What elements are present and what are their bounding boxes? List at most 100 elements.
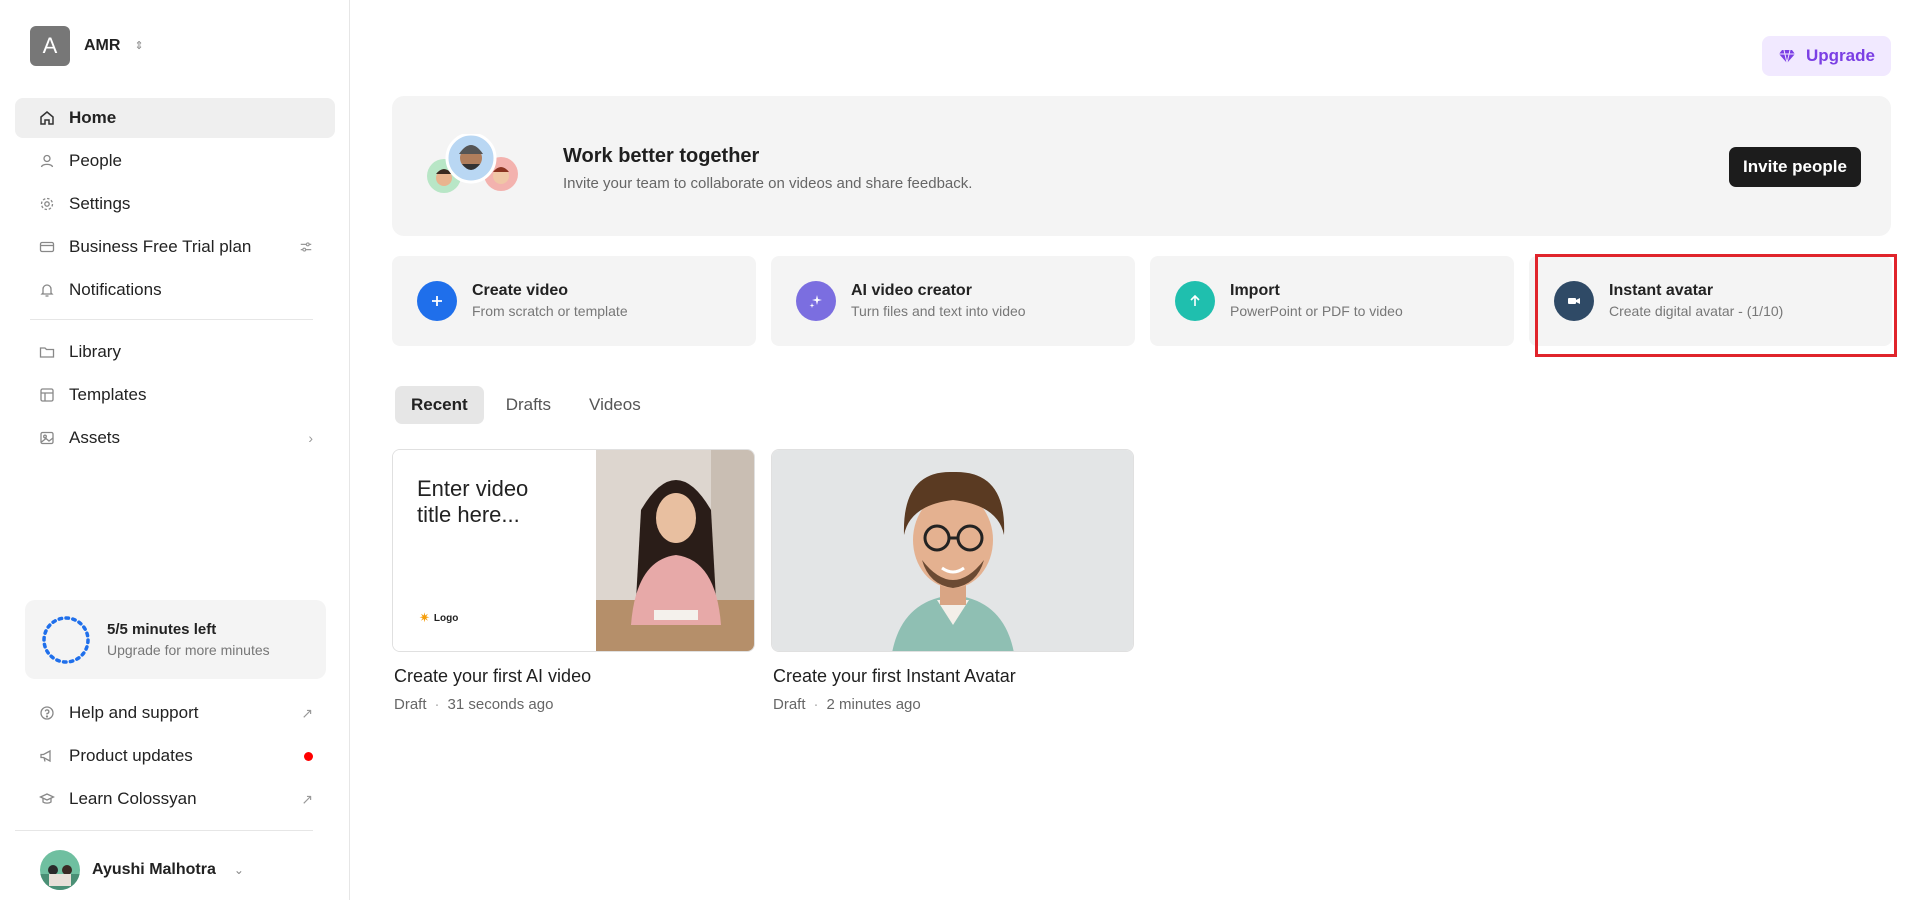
- card-title: Create your first Instant Avatar: [773, 666, 1016, 686]
- sidebar-item-settings[interactable]: Settings: [15, 184, 335, 224]
- avatar-image: [772, 450, 1133, 651]
- video-card[interactable]: Enter video title here... ✷ Logo Create …: [392, 449, 755, 713]
- sidebar-item-templates[interactable]: Templates: [15, 375, 335, 415]
- sidebar-item-label: Business Free Trial plan: [69, 237, 252, 256]
- video-thumbnail: [771, 449, 1134, 652]
- person-icon: [39, 153, 55, 169]
- user-menu[interactable]: Ayushi Malhotra ⌄: [40, 850, 244, 890]
- app-root: A AMR ⇕ Home People Settings Business Fr…: [0, 0, 1919, 900]
- minutes-left-widget[interactable]: 5/5 minutes left Upgrade for more minute…: [25, 600, 326, 679]
- minutes-left-title: 5/5 minutes left: [107, 621, 217, 638]
- chevron-updown-icon: ⇕: [134, 39, 144, 52]
- action-title: Instant avatar: [1609, 282, 1714, 299]
- gem-icon: [1779, 49, 1796, 64]
- sliders-icon[interactable]: [299, 240, 313, 254]
- chevron-down-icon: ⌄: [233, 863, 244, 877]
- sidebar-item-label: Assets: [69, 428, 121, 447]
- arrow-up-icon: [1175, 281, 1215, 321]
- nav-primary: Home People Settings Business Free Trial…: [15, 98, 335, 461]
- card-title: Create your first AI video: [394, 666, 592, 686]
- banner-title: Work better together: [563, 145, 760, 167]
- action-import[interactable]: Import PowerPoint or PDF to video: [1150, 256, 1514, 346]
- sidebar-item-people[interactable]: People: [15, 141, 335, 181]
- image-icon: [39, 430, 55, 446]
- tab-videos[interactable]: Videos: [573, 386, 657, 424]
- external-link-icon: ↗: [301, 704, 313, 721]
- help-icon: [39, 705, 55, 721]
- video-card[interactable]: Create your first Instant Avatar Draft ·…: [771, 449, 1134, 713]
- sidebar: A AMR ⇕ Home People Settings Business Fr…: [0, 0, 350, 900]
- tab-recent[interactable]: Recent: [395, 386, 484, 424]
- sidebar-item-notifications[interactable]: Notifications: [15, 270, 335, 310]
- sidebar-item-label: Notifications: [69, 280, 162, 299]
- tab-drafts[interactable]: Drafts: [490, 386, 567, 424]
- sidebar-item-label: People: [69, 151, 122, 170]
- separator-dot: ·: [434, 696, 440, 713]
- home-icon: [39, 110, 55, 126]
- notification-dot: [304, 751, 313, 761]
- thumbnail-logo: ✷ Logo: [419, 610, 459, 625]
- gear-icon: [39, 196, 55, 212]
- upgrade-button[interactable]: Upgrade: [1762, 36, 1891, 76]
- sparkle-icon: [796, 281, 836, 321]
- card-meta: Draft · 31 seconds ago: [392, 696, 755, 713]
- sidebar-item-help[interactable]: Help and support ↗: [15, 693, 335, 733]
- banner-subtitle: Invite your team to collaborate on video…: [563, 175, 973, 192]
- card-status: Draft: [394, 696, 427, 713]
- sidebar-item-library[interactable]: Library: [15, 332, 335, 372]
- sidebar-item-label: Settings: [69, 194, 131, 213]
- megaphone-icon: [39, 748, 55, 764]
- plus-icon: [417, 281, 457, 321]
- invite-banner: Work better together Invite your team to…: [392, 96, 1891, 236]
- template-icon: [39, 387, 55, 403]
- action-create-video[interactable]: Create video From scratch or template: [392, 256, 756, 346]
- action-title: Create video: [472, 282, 569, 299]
- workspace-avatar: A: [30, 26, 70, 66]
- thumbnail-title: Enter video title here...: [417, 476, 529, 527]
- action-subtitle: PowerPoint or PDF to video: [1230, 303, 1403, 319]
- banner-text: Work better together Invite your team to…: [563, 145, 972, 192]
- card-time: 31 seconds ago: [447, 696, 554, 713]
- content-tabs: Recent Drafts Videos: [395, 386, 657, 424]
- folder-icon: [39, 344, 55, 360]
- action-subtitle: From scratch or template: [472, 303, 628, 319]
- card-time: 2 minutes ago: [826, 696, 921, 713]
- sidebar-item-label: Product updates: [69, 746, 193, 765]
- sidebar-item-assets[interactable]: Assets ›: [15, 418, 335, 458]
- bell-icon: [39, 282, 55, 298]
- sidebar-item-product-updates[interactable]: Product updates: [15, 736, 335, 776]
- progress-ring-icon: [42, 615, 90, 664]
- sidebar-item-label: Learn Colossyan: [69, 789, 197, 808]
- workspace-switcher[interactable]: A AMR ⇕: [30, 26, 144, 66]
- camera-icon: [1554, 281, 1594, 321]
- action-title: Import: [1230, 282, 1280, 299]
- action-ai-video-creator[interactable]: AI video creator Turn files and text int…: [771, 256, 1135, 346]
- graduation-icon: [39, 791, 55, 807]
- separator-dot: ·: [813, 696, 819, 713]
- workspace-name: AMR: [84, 37, 121, 54]
- thumbnail-template-panel: Enter video title here... ✷ Logo: [393, 450, 596, 651]
- card-icon: [39, 239, 55, 255]
- nav-footer: Help and support ↗ Product updates Learn…: [15, 693, 335, 822]
- divider: [30, 319, 313, 320]
- video-thumbnail: Enter video title here... ✷ Logo: [392, 449, 755, 652]
- action-title: AI video creator: [851, 282, 972, 299]
- invite-people-button[interactable]: Invite people: [1729, 147, 1861, 187]
- chevron-right-icon: ›: [308, 430, 313, 446]
- minutes-left-subtitle: Upgrade for more minutes: [107, 642, 270, 658]
- user-name: Ayushi Malhotra: [92, 861, 216, 878]
- sidebar-item-label: Help and support: [69, 703, 199, 722]
- sun-icon: ✷: [419, 610, 430, 625]
- avatar: [40, 850, 80, 890]
- upgrade-label: Upgrade: [1806, 46, 1875, 65]
- team-avatars-illustration: [426, 132, 526, 196]
- action-instant-avatar[interactable]: Instant avatar Create digital avatar - (…: [1529, 256, 1892, 346]
- sidebar-item-plan[interactable]: Business Free Trial plan: [15, 227, 335, 267]
- sidebar-item-label: Library: [69, 342, 121, 361]
- sidebar-item-learn[interactable]: Learn Colossyan ↗: [15, 779, 335, 819]
- divider: [15, 830, 313, 831]
- sidebar-item-label: Templates: [69, 385, 147, 404]
- sidebar-item-home[interactable]: Home: [15, 98, 335, 138]
- sidebar-item-label: Home: [69, 108, 117, 127]
- action-subtitle: Create digital avatar - (1/10): [1609, 303, 1784, 319]
